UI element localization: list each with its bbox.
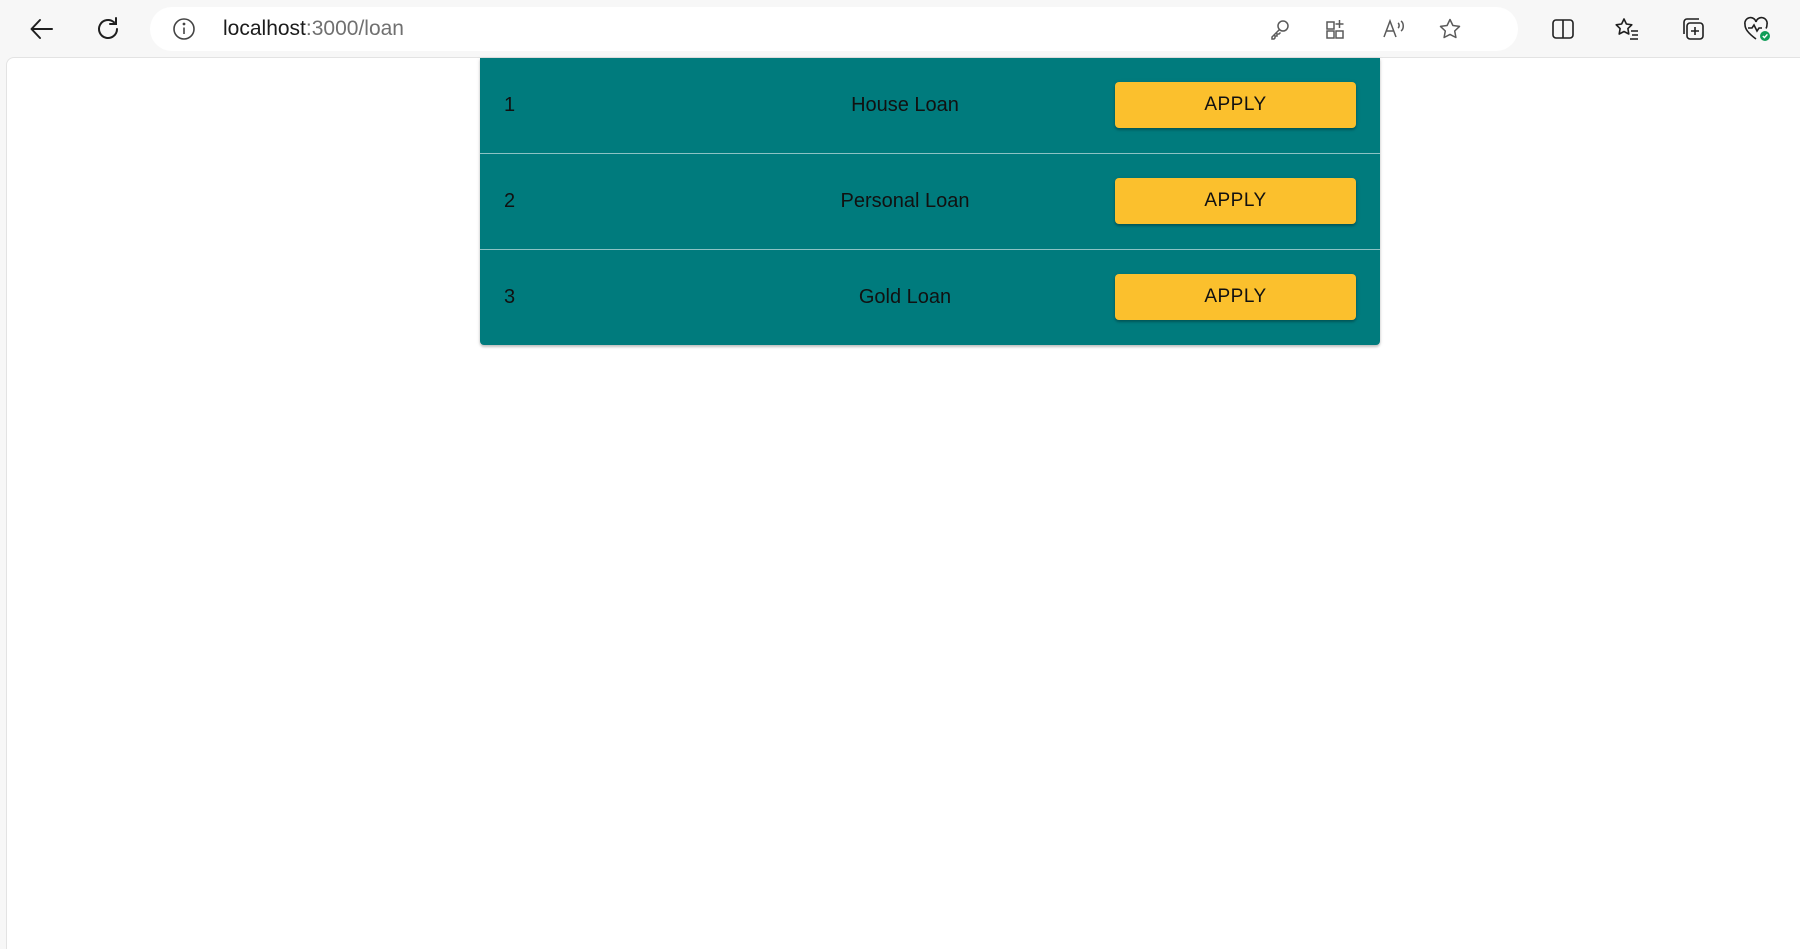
address-bar[interactable]: localhost:3000/loan xyxy=(150,7,1518,51)
url-host: localhost xyxy=(223,17,306,40)
favorite-star-icon[interactable] xyxy=(1435,15,1465,43)
browser-essentials-icon[interactable] xyxy=(1735,7,1779,51)
apply-personal-loan-button[interactable]: APPLY xyxy=(1115,178,1356,224)
refresh-icon[interactable] xyxy=(86,7,130,51)
page-viewport: 1 House Loan APPLY 2 Personal Loan APPLY… xyxy=(6,57,1800,949)
loan-name: Personal Loan xyxy=(840,190,970,212)
loan-name: Gold Loan xyxy=(858,286,952,308)
loan-table: 1 House Loan APPLY 2 Personal Loan APPLY… xyxy=(480,58,1380,345)
split-screen-icon[interactable] xyxy=(1541,7,1585,51)
key-icon[interactable] xyxy=(1265,15,1295,43)
loan-id: 3 xyxy=(504,286,516,308)
loan-name: House Loan xyxy=(851,94,959,116)
favorites-icon[interactable] xyxy=(1605,7,1649,51)
browser-toolbar: localhost:3000/loan xyxy=(0,0,1800,57)
url-path: :3000/loan xyxy=(305,17,404,40)
site-info-icon[interactable] xyxy=(172,17,196,41)
loan-id: 2 xyxy=(504,190,516,212)
collections-icon[interactable] xyxy=(1671,7,1715,51)
apply-gold-loan-button[interactable]: APPLY xyxy=(1115,274,1356,320)
loan-row: 3 Gold Loan APPLY xyxy=(480,250,1380,345)
read-aloud-icon[interactable] xyxy=(1379,15,1409,43)
apps-icon[interactable] xyxy=(1321,15,1351,43)
apply-house-loan-button[interactable]: APPLY xyxy=(1115,82,1356,128)
loan-row: 2 Personal Loan APPLY xyxy=(480,154,1380,250)
back-icon[interactable] xyxy=(20,7,64,51)
loan-id: 1 xyxy=(504,94,516,116)
loan-row: 1 House Loan APPLY xyxy=(480,58,1380,154)
url-text[interactable]: localhost:3000/loan xyxy=(223,7,404,51)
